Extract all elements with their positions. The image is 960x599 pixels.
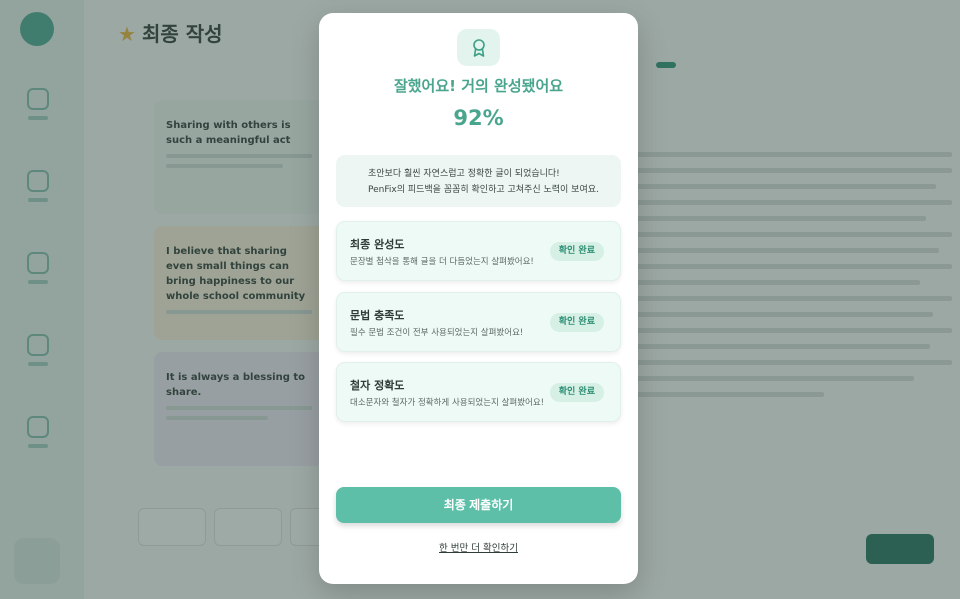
check-description: 문장별 첨삭을 통해 글을 더 다듬었는지 살펴봤어요! <box>350 257 534 267</box>
completion-percent: 92% <box>453 106 504 130</box>
check-status-badge: 확인 완료 <box>549 313 604 332</box>
check-status-badge: 확인 완료 <box>549 242 604 261</box>
check-title: 철자 정확도 <box>350 379 405 392</box>
check-title: 문법 충족도 <box>350 309 405 322</box>
check-description: 대소문자와 철자가 정확하게 사용되었는지 살펴봤어요! <box>350 398 545 408</box>
check-status-badge: 확인 완료 <box>549 383 604 402</box>
check-item-completion: 최종 완성도 문장별 첨삭을 통해 글을 더 다듬었는지 살펴봤어요! 확인 완… <box>336 221 621 281</box>
check-item-spelling: 철자 정확도 대소문자와 철자가 정확하게 사용되었는지 살펴봤어요! 확인 완… <box>336 362 621 422</box>
feedback-line: 초안보다 훨씬 자연스럽고 정확한 글이 되었습니다! <box>368 169 560 179</box>
completion-modal: 잘했어요! 거의 완성됐어요 92% 초안보다 훨씬 자연스럽고 정확한 글이 … <box>319 13 638 584</box>
check-item-grammar: 문법 충족도 필수 문법 조건이 전부 사용되었는지 살펴봤어요! 확인 완료 <box>336 292 621 352</box>
check-title: 최종 완성도 <box>350 238 405 251</box>
feedback-summary: 초안보다 훨씬 자연스럽고 정확한 글이 되었습니다! PenFix의 피드백을… <box>336 155 621 207</box>
modal-title: 잘했어요! 거의 완성됐어요 <box>393 77 564 95</box>
final-submit-button[interactable]: 최종 제출하기 <box>336 487 621 523</box>
feedback-line: PenFix의 피드백을 꼼꼼히 확인하고 고쳐주신 노력이 보여요. <box>368 185 599 195</box>
check-description: 필수 문법 조건이 전부 사용되었는지 살펴봤어요! <box>350 328 524 338</box>
award-ribbon-icon <box>457 29 500 66</box>
recheck-link[interactable]: 한 번만 더 확인하기 <box>319 540 638 554</box>
